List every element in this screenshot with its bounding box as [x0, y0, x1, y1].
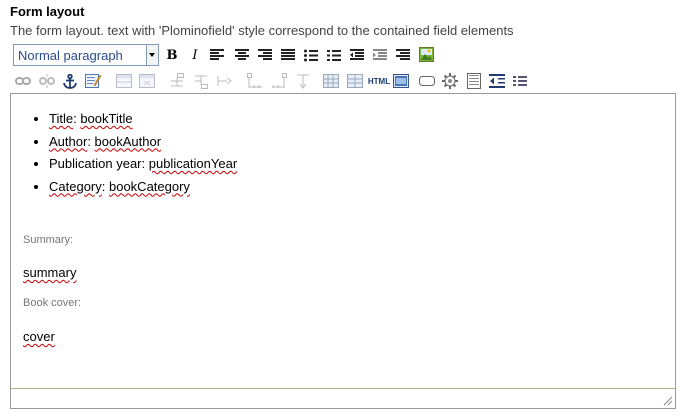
input-icon[interactable] [418, 72, 436, 90]
gear-icon[interactable] [441, 72, 459, 90]
document-icon[interactable] [392, 72, 410, 90]
unlink-icon[interactable] [38, 72, 56, 90]
book-cover-label: Book cover: [23, 297, 82, 309]
outdent-icon[interactable] [348, 46, 366, 64]
field-bullet-list: Title: bookTitle Author: bookAuthor Publ… [23, 108, 237, 198]
col-after-icon[interactable] [270, 72, 288, 90]
field-reference-summary[interactable]: summary [23, 265, 76, 280]
chevron-down-icon[interactable] [146, 45, 158, 65]
rich-text-editor[interactable]: Title: bookTitle Author: bookAuthor Publ… [10, 93, 676, 389]
list-item: Category: bookCategory [49, 176, 237, 199]
list-item: Title: bookTitle [49, 108, 237, 131]
bold-button[interactable]: B [163, 46, 181, 64]
field-reference-publication-year[interactable]: publicationYear [149, 156, 237, 171]
indent-icon[interactable] [371, 46, 389, 64]
bullet-label-publication-year: Publication year [49, 156, 142, 171]
list-item: Author: bookAuthor [49, 131, 237, 154]
field-reference-author[interactable]: bookAuthor [95, 134, 162, 149]
link-icon[interactable] [14, 72, 32, 90]
bullet-label-author: Author [49, 133, 88, 149]
field-title: Form layout [10, 4, 85, 19]
edit-icon[interactable] [84, 72, 102, 90]
numbered-list-icon[interactable] [325, 46, 343, 64]
editor-status-bar [10, 388, 676, 409]
paragraph-style-select[interactable]: Normal paragraph [13, 44, 159, 66]
align-justify-icon[interactable] [279, 46, 297, 64]
resize-grip-icon[interactable] [663, 396, 673, 406]
row-after-icon[interactable] [192, 72, 210, 90]
field-reference-category[interactable]: bookCategory [109, 179, 190, 194]
bullet-list-icon[interactable] [302, 46, 320, 64]
bullet-label-title: Title [49, 111, 74, 126]
summary-label: Summary: [23, 234, 74, 246]
list-icon[interactable] [511, 72, 529, 90]
field-reference-title[interactable]: bookTitle [80, 111, 132, 126]
paragraph-style-value: Normal paragraph [18, 48, 123, 63]
html-source-button[interactable]: HTML [367, 72, 391, 90]
definition-list-icon[interactable] [394, 46, 412, 64]
list-item: Publication year: publicationYear [49, 153, 237, 176]
bullet-label-category: Category [49, 178, 102, 194]
insert-field-icon[interactable] [488, 72, 506, 90]
table-props-icon[interactable] [138, 72, 156, 90]
delete-col-icon[interactable] [294, 72, 312, 90]
italic-button[interactable]: I [186, 46, 204, 64]
col-before-icon[interactable] [246, 72, 264, 90]
row-before-icon[interactable] [168, 72, 186, 90]
field-reference-cover[interactable]: cover [23, 329, 55, 344]
anchor-icon[interactable] [61, 72, 79, 90]
split-cells-icon[interactable] [346, 72, 364, 90]
merge-cells-icon[interactable] [322, 72, 340, 90]
align-left-icon[interactable] [208, 46, 226, 64]
align-center-icon[interactable] [233, 46, 251, 64]
align-right-icon[interactable] [256, 46, 274, 64]
form-icon[interactable] [465, 72, 483, 90]
delete-row-icon[interactable] [216, 72, 234, 90]
field-help-text: The form layout. text with 'Plominofield… [10, 23, 514, 38]
image-icon[interactable] [417, 45, 435, 63]
table-icon[interactable] [115, 72, 133, 90]
